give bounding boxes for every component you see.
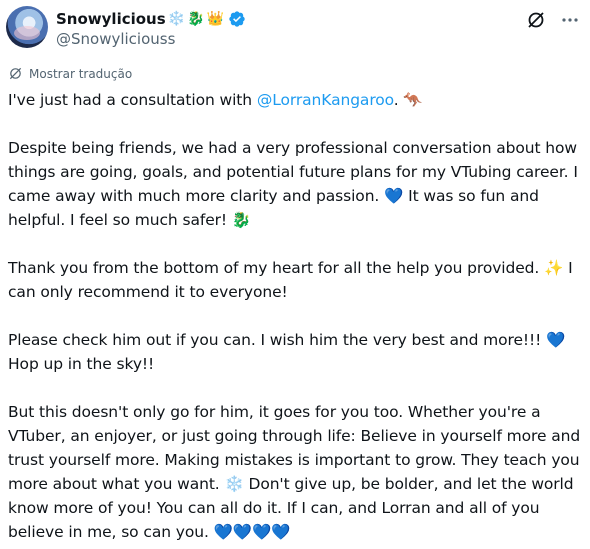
- translate-icon: [9, 67, 22, 80]
- tweet-paragraph-5: But this doesn't only go for him, it goe…: [8, 403, 581, 541]
- verified-badge-icon[interactable]: [228, 10, 246, 28]
- snowflake-emoji: ❄️: [167, 11, 186, 27]
- author-handle[interactable]: @Snowyliciouss: [56, 30, 175, 48]
- author-display-name[interactable]: Snowylicious: [56, 10, 166, 28]
- tweet-line1-post: . 🦘: [393, 91, 423, 109]
- translate-link[interactable]: Mostrar tradução: [8, 66, 132, 81]
- grok-icon[interactable]: [526, 10, 546, 30]
- tweet-text: I've just had a consultation with @Lorra…: [8, 88, 586, 544]
- tweet-paragraph-4: Please check him out if you can. I wish …: [8, 331, 566, 373]
- mention-link[interactable]: @LorranKangaroo: [257, 91, 394, 109]
- tweet-paragraph-3: Thank you from the bottom of my heart fo…: [8, 259, 573, 301]
- more-dots-icon[interactable]: [558, 8, 582, 32]
- tweet-line1-pre: I've just had a consultation with: [8, 91, 257, 109]
- tweet-paragraph-1: I've just had a consultation with @Lorra…: [8, 88, 586, 112]
- dragon-emoji: 🐉: [187, 11, 205, 27]
- avatar[interactable]: [6, 6, 48, 48]
- author-name-row: Snowylicious ❄️ 🐉 👑: [56, 8, 246, 30]
- translate-label[interactable]: Mostrar tradução: [29, 67, 132, 81]
- tweet-paragraph-2: Despite being friends, we had a very pro…: [8, 139, 578, 229]
- crown-emoji: 👑: [206, 11, 224, 27]
